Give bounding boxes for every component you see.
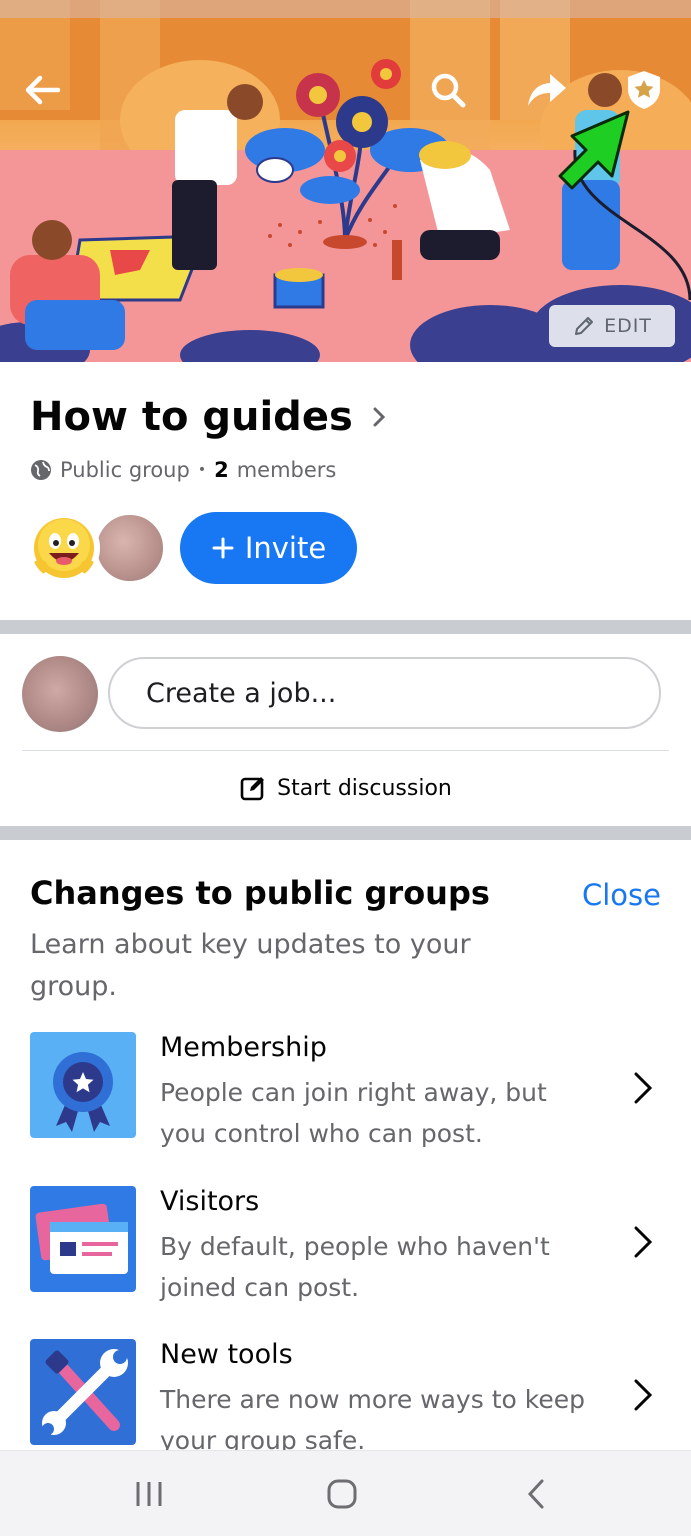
item-title: New tools <box>160 1339 293 1370</box>
list-item-visitors[interactable]: Visitors By default, people who haven't … <box>0 1186 691 1316</box>
home-icon[interactable] <box>312 1471 372 1517</box>
discussion-label: Start discussion <box>277 775 452 801</box>
item-title: Visitors <box>160 1186 260 1217</box>
section-divider <box>0 826 691 840</box>
member-avatars[interactable] <box>28 512 168 584</box>
group-cover-photo: EDIT <box>0 0 691 362</box>
meta-separator: • <box>197 462 207 478</box>
share-icon[interactable] <box>523 66 571 114</box>
tools-icon <box>30 1339 136 1445</box>
avatar-emoji <box>28 512 100 584</box>
group-name-link[interactable]: How to guides <box>30 394 387 440</box>
back-icon[interactable] <box>506 1471 566 1517</box>
recents-icon[interactable] <box>119 1471 179 1517</box>
group-name: How to guides <box>30 394 353 440</box>
item-title: Membership <box>160 1032 327 1063</box>
create-job-input[interactable]: Create a job... <box>108 657 661 729</box>
close-button[interactable]: Close <box>582 878 661 912</box>
item-description: By default, people who haven't joined ca… <box>160 1232 550 1302</box>
list-item-new-tools[interactable]: New tools There are now more ways to kee… <box>0 1339 691 1450</box>
list-item-membership[interactable]: Membership People can join right away, b… <box>0 1032 691 1162</box>
member-count: 2 <box>214 458 229 482</box>
composer-placeholder: Create a job... <box>146 677 337 709</box>
system-nav-bar <box>0 1450 691 1536</box>
membership-icon <box>30 1032 136 1138</box>
chevron-right-icon <box>373 407 385 427</box>
pencil-icon <box>575 317 594 335</box>
chevron-right-icon <box>634 1072 653 1104</box>
search-icon[interactable] <box>424 66 472 114</box>
start-discussion-button[interactable]: Start discussion <box>0 766 691 810</box>
plus-icon <box>212 537 234 559</box>
group-meta: Public group • 2 members <box>30 458 336 482</box>
item-description: People can join right away, but you cont… <box>160 1078 547 1148</box>
post-composer: Create a job... Start discussion <box>0 634 691 826</box>
globe-icon <box>31 460 51 480</box>
composer-divider <box>22 750 669 751</box>
edit-square-icon <box>240 777 265 801</box>
item-description: There are now more ways to keep your gro… <box>160 1385 585 1450</box>
edit-cover-button[interactable]: EDIT <box>549 305 675 347</box>
changes-title: Changes to public groups <box>30 874 490 912</box>
group-header: How to guides Public group • 2 members I… <box>0 362 691 620</box>
chevron-right-icon <box>634 1226 653 1258</box>
admin-shield-icon[interactable] <box>620 66 668 114</box>
invite-button[interactable]: Invite <box>180 512 357 584</box>
members-label: members <box>236 458 337 482</box>
edit-label: EDIT <box>604 315 652 337</box>
changes-subtitle: Learn about key updates to your group. <box>30 929 471 1002</box>
section-divider <box>0 620 691 634</box>
back-arrow-icon[interactable] <box>18 66 66 114</box>
avatar-member <box>94 512 166 584</box>
visitors-icon <box>30 1186 136 1292</box>
my-avatar[interactable] <box>22 656 98 732</box>
privacy-label: Public group <box>60 458 190 482</box>
invite-label: Invite <box>244 531 327 565</box>
changes-card: Changes to public groups Close Learn abo… <box>0 840 691 1450</box>
chevron-right-icon <box>634 1379 653 1411</box>
